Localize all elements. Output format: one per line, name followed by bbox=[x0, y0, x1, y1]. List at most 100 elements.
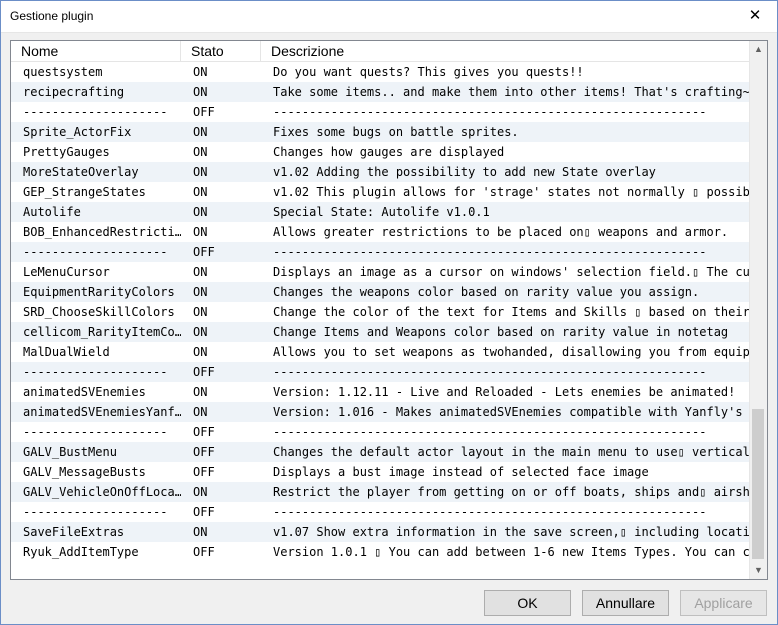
plugin-description-cell: Displays an image as a cursor on windows… bbox=[273, 265, 750, 279]
plugin-description-cell: Special State: Autolife v1.0.1 bbox=[273, 205, 490, 219]
table-row[interactable]: GEP_StrangeStates ON v1.02 This plugin all… bbox=[11, 182, 750, 202]
plugin-status-cell: ON bbox=[193, 525, 208, 539]
plugin-name-cell: SRD_ChooseSkillColors bbox=[23, 305, 175, 319]
plugin-name-cell: cellicom_RarityItemCo… bbox=[23, 325, 181, 339]
scroll-thumb[interactable] bbox=[752, 409, 764, 559]
ok-button[interactable]: OK bbox=[484, 590, 571, 616]
plugin-description-cell: Displays a bust image instead of selecte… bbox=[273, 465, 649, 479]
plugin-status-cell: ON bbox=[193, 165, 208, 179]
plugin-description-cell: Version 1.0.1 ▯ You can add between 1-6 … bbox=[273, 545, 750, 559]
table-row[interactable]: SaveFileExtras ON v1.07 Show extra informa… bbox=[11, 522, 750, 542]
plugin-status-cell: OFF bbox=[193, 425, 215, 439]
plugin-status-cell: OFF bbox=[193, 505, 215, 519]
plugin-name-cell: animatedSVEnemies bbox=[23, 385, 146, 399]
scroll-down-icon[interactable]: ▼ bbox=[750, 562, 767, 579]
plugin-status-cell: ON bbox=[193, 325, 208, 339]
plugin-name-cell: -------------------- bbox=[23, 105, 168, 119]
table-row[interactable]: Autolife ON Special State: Autolife v1.0.1 bbox=[11, 202, 750, 222]
table-row[interactable]: GALV_BustMenu OFF Changes the default acto… bbox=[11, 442, 750, 462]
table-row[interactable]: -------------------- OFF -----------------… bbox=[11, 422, 750, 442]
list-rows: questsystem ON Do you want quests? This gi… bbox=[11, 62, 750, 562]
table-row[interactable]: -------------------- OFF -----------------… bbox=[11, 102, 750, 122]
vertical-scrollbar[interactable]: ▲ ▼ bbox=[749, 41, 767, 579]
plugin-status-cell: OFF bbox=[193, 245, 215, 259]
plugin-status-cell: OFF bbox=[193, 365, 215, 379]
plugin-status-cell: OFF bbox=[193, 105, 215, 119]
list-header: Nome Stato Descrizione bbox=[11, 41, 750, 62]
table-row[interactable]: GALV_VehicleOnOffLoca… ON Restrict the pla… bbox=[11, 482, 750, 502]
plugin-status-cell: OFF bbox=[193, 545, 215, 559]
plugin-description-cell: Allows greater restrictions to be placed… bbox=[273, 225, 729, 239]
table-row[interactable]: -------------------- OFF -----------------… bbox=[11, 362, 750, 382]
plugin-name-cell: GALV_VehicleOnOffLoca… bbox=[23, 485, 181, 499]
table-row[interactable]: BOB_EnhancedRestricti… ON Allows greater r… bbox=[11, 222, 750, 242]
apply-button[interactable]: Applicare bbox=[680, 590, 767, 616]
table-row[interactable]: SRD_ChooseSkillColors ON Change the color … bbox=[11, 302, 750, 322]
plugin-description-cell: Fixes some bugs on battle sprites. bbox=[273, 125, 519, 139]
plugin-description-cell: Do you want quests? This gives you quest… bbox=[273, 65, 584, 79]
table-row[interactable]: questsystem ON Do you want quests? This gi… bbox=[11, 62, 750, 82]
plugin-status-cell: ON bbox=[193, 65, 208, 79]
column-header-status[interactable]: Stato bbox=[181, 41, 261, 61]
plugin-status-cell: ON bbox=[193, 225, 208, 239]
plugin-description-cell: v1.02 This plugin allows for 'strage' st… bbox=[273, 185, 750, 199]
plugin-description-cell: v1.02 Adding the possibility to add new … bbox=[273, 165, 656, 179]
plugin-name-cell: GALV_MessageBusts bbox=[23, 465, 146, 479]
plugin-status-cell: ON bbox=[193, 405, 208, 419]
plugin-status-cell: ON bbox=[193, 305, 208, 319]
plugin-name-cell: PrettyGauges bbox=[23, 145, 110, 159]
plugin-status-cell: ON bbox=[193, 345, 208, 359]
table-row[interactable]: MalDualWield ON Allows you to set weapons … bbox=[11, 342, 750, 362]
plugin-name-cell: MalDualWield bbox=[23, 345, 110, 359]
table-row[interactable]: PrettyGauges ON Changes how gauges are dis… bbox=[11, 142, 750, 162]
plugin-name-cell: EquipmentRarityColors bbox=[23, 285, 175, 299]
column-header-name[interactable]: Nome bbox=[11, 41, 181, 61]
table-row[interactable]: animatedSVEnemiesYanf… ON Version: 1.016 -… bbox=[11, 402, 750, 422]
plugin-description-cell: Changes the weapons color based on rarit… bbox=[273, 285, 700, 299]
plugin-description-cell: Version: 1.12.11 - Live and Reloaded - L… bbox=[273, 385, 736, 399]
plugin-description-cell: Restrict the player from getting on or o… bbox=[273, 485, 750, 499]
plugin-description-cell: ----------------------------------------… bbox=[273, 425, 707, 439]
plugin-name-cell: -------------------- bbox=[23, 505, 168, 519]
table-row[interactable]: -------------------- OFF -----------------… bbox=[11, 502, 750, 522]
plugin-name-cell: animatedSVEnemiesYanf… bbox=[23, 405, 181, 419]
plugin-name-cell: LeMenuCursor bbox=[23, 265, 110, 279]
plugin-description-cell: v1.07 Show extra information in the save… bbox=[273, 525, 750, 539]
plugin-name-cell: -------------------- bbox=[23, 245, 168, 259]
column-header-description[interactable]: Descrizione bbox=[261, 41, 750, 61]
table-row[interactable]: cellicom_RarityItemCo… ON Change Items and… bbox=[11, 322, 750, 342]
plugin-description-cell: Change Items and Weapons color based on … bbox=[273, 325, 729, 339]
table-row[interactable]: animatedSVEnemies ON Version: 1.12.11 - Li… bbox=[11, 382, 750, 402]
plugin-name-cell: -------------------- bbox=[23, 365, 168, 379]
scroll-up-icon[interactable]: ▲ bbox=[750, 41, 767, 58]
plugin-description-cell: ----------------------------------------… bbox=[273, 245, 707, 259]
plugin-name-cell: -------------------- bbox=[23, 425, 168, 439]
plugin-description-cell: Version: 1.016 - Makes animatedSVEnemies… bbox=[273, 405, 750, 419]
table-row[interactable]: Ryuk_AddItemType OFF Version 1.0.1 ▯ You c… bbox=[11, 542, 750, 562]
table-row[interactable]: MoreStateOverlay ON v1.02 Adding the possi… bbox=[11, 162, 750, 182]
table-row[interactable]: EquipmentRarityColors ON Changes the weapo… bbox=[11, 282, 750, 302]
plugin-description-cell: Changes how gauges are displayed bbox=[273, 145, 505, 159]
plugin-status-cell: ON bbox=[193, 125, 208, 139]
plugin-status-cell: ON bbox=[193, 485, 208, 499]
table-row[interactable]: LeMenuCursor ON Displays an image as a cur… bbox=[11, 262, 750, 282]
close-icon[interactable]: ✕ bbox=[732, 0, 778, 31]
plugin-name-cell: Ryuk_AddItemType bbox=[23, 545, 139, 559]
table-row[interactable]: GALV_MessageBusts OFF Displays a bust imag… bbox=[11, 462, 750, 482]
plugin-status-cell: ON bbox=[193, 285, 208, 299]
plugin-list[interactable]: Nome Stato Descrizione questsystem ON Do y… bbox=[10, 40, 768, 580]
plugin-name-cell: BOB_EnhancedRestricti… bbox=[23, 225, 181, 239]
plugin-status-cell: ON bbox=[193, 145, 208, 159]
plugin-status-cell: OFF bbox=[193, 465, 215, 479]
plugin-status-cell: ON bbox=[193, 385, 208, 399]
title-bar: Gestione plugin ✕ bbox=[0, 0, 778, 33]
plugin-description-cell: Allows you to set weapons as twohanded, … bbox=[273, 345, 750, 359]
plugin-name-cell: Sprite_ActorFix bbox=[23, 125, 132, 139]
plugin-name-cell: questsystem bbox=[23, 65, 103, 79]
table-row[interactable]: recipecrafting ON Take some items.. and ma… bbox=[11, 82, 750, 102]
plugin-name-cell: GALV_BustMenu bbox=[23, 445, 117, 459]
table-row[interactable]: Sprite_ActorFix ON Fixes some bugs on batt… bbox=[11, 122, 750, 142]
plugin-description-cell: Change the color of the text for Items a… bbox=[273, 305, 750, 319]
table-row[interactable]: -------------------- OFF -----------------… bbox=[11, 242, 750, 262]
cancel-button[interactable]: Annullare bbox=[582, 590, 669, 616]
